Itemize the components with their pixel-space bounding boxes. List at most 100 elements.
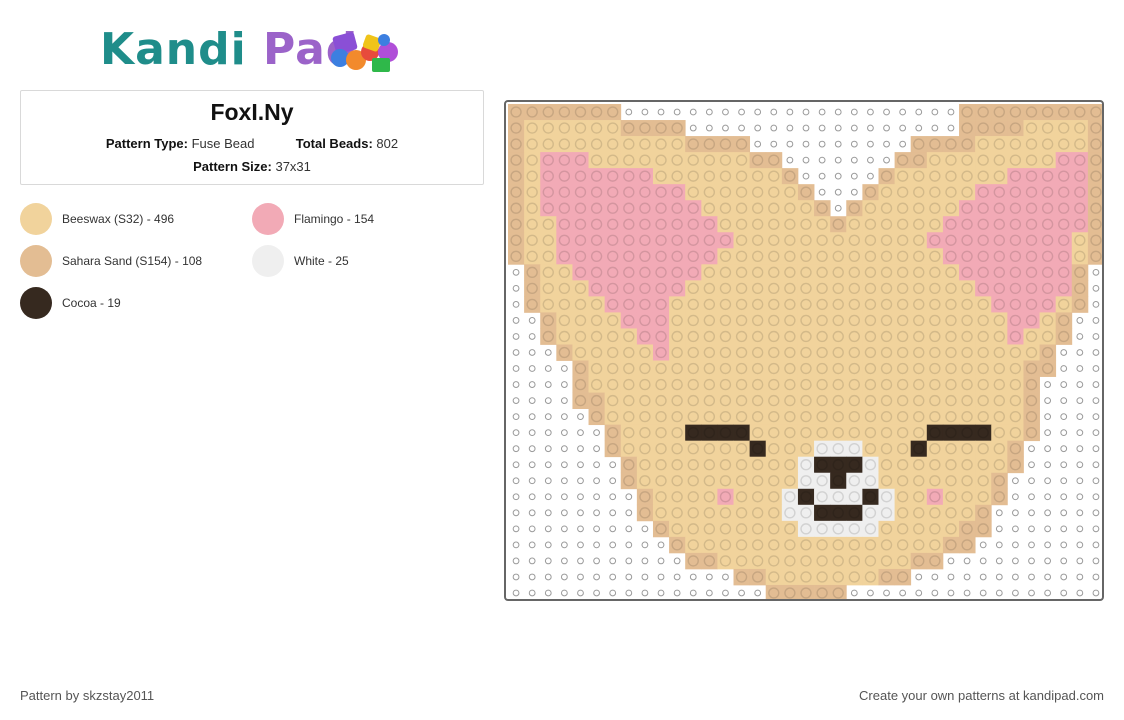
empty-peg bbox=[512, 477, 520, 485]
empty-peg bbox=[786, 124, 794, 132]
empty-peg bbox=[560, 557, 568, 565]
empty-peg bbox=[609, 589, 617, 597]
empty-peg bbox=[512, 429, 520, 437]
empty-peg bbox=[528, 413, 536, 421]
empty-peg bbox=[786, 108, 794, 116]
empty-peg bbox=[834, 204, 842, 212]
empty-peg bbox=[1076, 541, 1084, 549]
empty-peg bbox=[544, 509, 552, 517]
empty-peg bbox=[544, 493, 552, 501]
empty-peg bbox=[947, 557, 955, 565]
empty-peg bbox=[1076, 477, 1084, 485]
legend-label-sahara-sand: Sahara Sand (S154) - 108 bbox=[62, 254, 203, 268]
empty-peg bbox=[1076, 381, 1084, 388]
empty-peg bbox=[560, 397, 568, 404]
empty-peg bbox=[979, 589, 987, 597]
empty-peg bbox=[1060, 461, 1068, 469]
bead-grid bbox=[508, 104, 1102, 599]
empty-peg bbox=[705, 124, 713, 132]
empty-peg bbox=[544, 461, 552, 469]
empty-peg bbox=[754, 108, 762, 116]
empty-peg bbox=[673, 589, 681, 597]
empty-peg bbox=[593, 589, 600, 597]
empty-peg bbox=[850, 140, 858, 148]
empty-peg bbox=[512, 445, 520, 453]
empty-peg bbox=[609, 509, 617, 517]
empty-peg bbox=[931, 589, 939, 597]
empty-peg bbox=[577, 509, 584, 517]
empty-peg bbox=[544, 445, 552, 453]
kandipad-logo[interactable]: Kandi Pad bbox=[100, 26, 410, 78]
empty-peg bbox=[577, 573, 584, 581]
empty-peg bbox=[947, 573, 955, 581]
empty-peg bbox=[577, 541, 584, 549]
empty-peg bbox=[689, 573, 697, 581]
empty-peg bbox=[1092, 461, 1100, 469]
empty-peg bbox=[1092, 509, 1100, 517]
empty-peg bbox=[754, 589, 762, 597]
empty-peg bbox=[609, 557, 617, 565]
empty-peg bbox=[1076, 317, 1084, 324]
empty-peg bbox=[1092, 445, 1100, 453]
empty-peg bbox=[786, 140, 794, 148]
empty-peg bbox=[512, 397, 520, 404]
empty-peg bbox=[593, 509, 600, 517]
empty-peg bbox=[770, 108, 778, 116]
empty-peg bbox=[705, 573, 713, 581]
empty-peg bbox=[947, 124, 955, 132]
bead-pattern-board[interactable] bbox=[504, 100, 1104, 601]
empty-peg bbox=[1060, 381, 1068, 388]
empty-peg bbox=[1060, 365, 1068, 372]
empty-peg bbox=[1092, 573, 1100, 581]
empty-peg bbox=[738, 124, 745, 132]
empty-peg bbox=[625, 589, 633, 597]
bead-pile-icon bbox=[331, 32, 398, 72]
empty-peg bbox=[1044, 461, 1052, 469]
empty-peg bbox=[1092, 557, 1100, 565]
empty-peg bbox=[834, 172, 842, 180]
empty-peg bbox=[1028, 557, 1035, 565]
empty-peg bbox=[625, 573, 633, 581]
empty-peg bbox=[512, 525, 520, 533]
empty-peg bbox=[1076, 509, 1084, 517]
empty-peg bbox=[528, 461, 536, 469]
empty-peg bbox=[528, 573, 536, 581]
empty-peg bbox=[979, 573, 987, 581]
empty-peg bbox=[544, 557, 552, 565]
kandipad-promo-link[interactable]: Create your own patterns at kandipad.com bbox=[859, 688, 1104, 703]
empty-peg bbox=[641, 557, 649, 565]
empty-peg bbox=[1060, 477, 1068, 485]
empty-peg bbox=[1044, 557, 1052, 565]
empty-peg bbox=[593, 525, 600, 533]
empty-peg bbox=[609, 461, 617, 469]
empty-peg bbox=[802, 172, 810, 180]
pattern-size-row: Pattern Size: 37x31 bbox=[21, 159, 483, 174]
empty-peg bbox=[850, 188, 858, 196]
empty-peg bbox=[593, 557, 600, 565]
empty-peg bbox=[915, 108, 923, 116]
empty-peg bbox=[560, 509, 568, 517]
empty-peg bbox=[899, 140, 907, 148]
empty-peg bbox=[593, 461, 600, 469]
empty-peg bbox=[593, 541, 600, 549]
empty-peg bbox=[512, 365, 520, 372]
empty-peg bbox=[1092, 589, 1100, 597]
empty-peg bbox=[689, 124, 697, 132]
empty-peg bbox=[657, 573, 665, 581]
empty-peg bbox=[1076, 493, 1084, 501]
empty-peg bbox=[818, 124, 826, 132]
empty-peg bbox=[1076, 445, 1084, 453]
empty-peg bbox=[867, 140, 874, 148]
empty-peg bbox=[754, 124, 762, 132]
swatch-beeswax bbox=[20, 203, 52, 235]
empty-peg bbox=[528, 493, 536, 501]
empty-peg bbox=[544, 541, 552, 549]
empty-peg bbox=[593, 493, 600, 501]
empty-peg bbox=[560, 525, 568, 533]
empty-peg bbox=[689, 589, 697, 597]
empty-peg bbox=[593, 429, 600, 437]
empty-peg bbox=[657, 557, 665, 565]
pattern-author: Pattern by skzstay2011 bbox=[20, 688, 155, 703]
empty-peg bbox=[1076, 557, 1084, 565]
empty-peg bbox=[560, 461, 568, 469]
